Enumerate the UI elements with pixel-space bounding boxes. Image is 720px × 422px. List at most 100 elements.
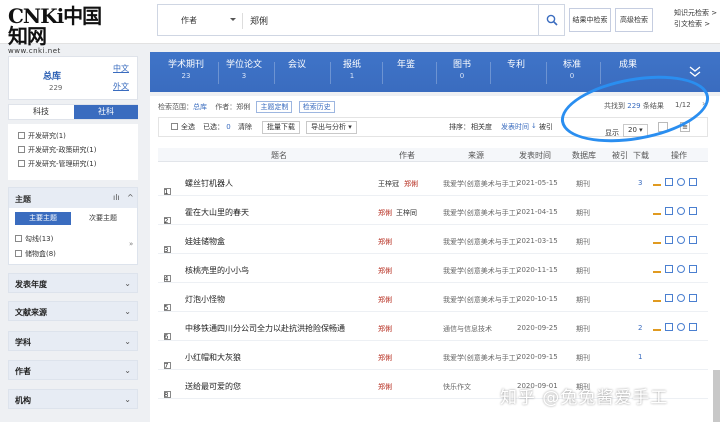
advanced-search-button[interactable]: 高级检索 [615, 8, 653, 32]
clear-link[interactable]: 清除 [238, 122, 252, 132]
cite-icon[interactable] [689, 236, 697, 244]
batch-download-button[interactable]: 批量下载 [262, 121, 300, 134]
table-row[interactable]: 2 霍在大山里的春天 郑俐 王梓同 我爱学(创意美术与手工) 2021-04-1… [158, 199, 708, 225]
checkbox[interactable] [15, 250, 22, 257]
row-source[interactable]: 快乐作文 [443, 382, 471, 392]
facet-institution[interactable]: 机构 ⌄ [8, 389, 138, 409]
download-icon[interactable] [653, 178, 661, 186]
table-row[interactable]: 1 螺丝钉机器人 王梓冠 郑俐 我爱学(创意美术与手工) 2021-05-15 … [158, 170, 708, 196]
row-downloads[interactable]: 1 [638, 353, 642, 361]
facet-source[interactable]: 文献来源 ⌄ [8, 301, 138, 321]
export-analysis-button[interactable]: 导出与分析 ▾ [306, 121, 357, 134]
row-title[interactable]: 螺丝钉机器人 [185, 178, 233, 189]
table-row[interactable]: 3 娃娃储物盒 郑俐 我爱学(创意美术与手工) 2021-03-15 期刊 [158, 228, 708, 254]
custom-topic-button[interactable]: 主题定制 [256, 101, 293, 113]
row-title[interactable]: 娃娃储物盒 [185, 236, 225, 247]
checkbox[interactable] [18, 132, 25, 139]
row-source[interactable]: 我爱学(创意美术与手工) [443, 295, 518, 305]
chevron-up-icon[interactable]: ^ [127, 193, 134, 202]
row-author[interactable]: 郑俐 [378, 237, 392, 247]
row-title[interactable]: 灯泡小怪物 [185, 294, 225, 305]
knowledge-search-link[interactable]: 知识元检索 > [674, 8, 717, 19]
row-author[interactable]: 郑俐 [378, 266, 392, 276]
nav-item-conference[interactable]: 会议 [282, 60, 312, 71]
nav-item-achievement[interactable]: 成果 [614, 60, 642, 71]
row-author[interactable]: 郑俐 [378, 208, 392, 218]
favorite-icon[interactable] [677, 207, 685, 215]
download-icon[interactable] [653, 207, 661, 215]
row-source[interactable]: 通信与信息技术 [443, 324, 492, 334]
favorite-icon[interactable] [677, 265, 685, 273]
nav-item-books[interactable]: 图书 0 [448, 60, 476, 82]
download-icon[interactable] [653, 236, 661, 244]
favorite-icon[interactable] [677, 178, 685, 186]
tab-science[interactable]: 科技 [9, 105, 73, 119]
row-downloads[interactable]: 3 [638, 179, 642, 187]
cite-icon[interactable] [689, 178, 697, 186]
tab-social-science[interactable]: 社科 [74, 105, 138, 119]
row-source[interactable]: 我爱学(创意美术与手工) [443, 266, 518, 276]
read-icon[interactable] [665, 323, 673, 331]
row-author[interactable]: 郑俐 [378, 382, 392, 392]
cite-icon[interactable] [689, 294, 697, 302]
facet-year[interactable]: 发表年度 ⌄ [8, 273, 138, 293]
cite-icon[interactable] [689, 265, 697, 273]
search-history-button[interactable]: 检索历史 [298, 101, 335, 113]
citation-search-link[interactable]: 引文检索 > [674, 19, 717, 30]
search-button[interactable] [538, 5, 564, 35]
search-field-select[interactable]: 作者 [181, 15, 197, 26]
row-title[interactable]: 核桃壳里的小小鸟 [185, 265, 249, 276]
table-row[interactable]: 6 中移铁通四川分公司全力以赴抗洪抢险保畅通 郑俐 通信与信息技术 2020-0… [158, 315, 708, 341]
cite-icon[interactable] [689, 207, 697, 215]
download-icon[interactable] [653, 323, 661, 331]
select-all-checkbox[interactable]: 全选 [171, 122, 195, 132]
row-author[interactable]: 郑俐 [404, 179, 418, 189]
category-item[interactable]: 开发研究-政策研究(1) [18, 145, 96, 155]
nav-item-yearbook[interactable]: 年鉴 [392, 60, 420, 71]
search-input[interactable]: 郑俐 [250, 14, 268, 27]
favorite-icon[interactable] [677, 323, 685, 331]
row-source[interactable]: 我爱学(创意美术与手工) [443, 208, 518, 218]
row-source[interactable]: 我爱学(创意美术与手工) [443, 179, 518, 189]
row-source[interactable]: 我爱学(创意美术与手工) [443, 353, 518, 363]
table-row[interactable]: 4 核桃壳里的小小鸟 郑俐 我爱学(创意美术与手工) 2020-11-15 期刊 [158, 257, 708, 283]
favorite-icon[interactable] [677, 236, 685, 244]
cnki-logo[interactable]: CNKi中国知网 www.cnki.net [8, 6, 118, 55]
scrollbar[interactable] [713, 370, 720, 422]
row-title[interactable]: 送给最可爱的您 [185, 381, 241, 392]
chevron-right-icon[interactable]: » [129, 240, 133, 248]
row-author[interactable]: 王梓冠 [378, 179, 399, 189]
row-downloads[interactable]: 2 [638, 324, 642, 332]
library-title[interactable]: 总库 [43, 69, 61, 82]
row-author[interactable]: 郑俐 [378, 324, 392, 334]
chart-icon[interactable]: ılı [113, 193, 120, 202]
read-icon[interactable] [665, 294, 673, 302]
search-in-results-button[interactable]: 结果中检索 [569, 8, 611, 32]
download-icon[interactable] [653, 265, 661, 273]
checkbox[interactable] [18, 160, 25, 167]
sort-relevance[interactable]: 相关度 [471, 122, 492, 132]
foreign-link[interactable]: 外文 [113, 81, 129, 92]
facet-author[interactable]: 作者 ⌄ [8, 360, 138, 380]
tab-main-topic[interactable]: 主要主题 [15, 212, 71, 225]
row-title[interactable]: 霍在大山里的春天 [185, 207, 249, 218]
checkbox[interactable] [15, 235, 22, 242]
category-item[interactable]: 开发研究(1) [18, 131, 66, 141]
row-author[interactable]: 王梓同 [396, 208, 417, 218]
read-icon[interactable] [665, 265, 673, 273]
read-icon[interactable] [665, 207, 673, 215]
sort-cited[interactable]: 被引 [539, 122, 553, 132]
cite-icon[interactable] [689, 323, 697, 331]
nav-item-journals[interactable]: 学术期刊 23 [164, 60, 208, 82]
row-author[interactable]: 郑俐 [378, 353, 392, 363]
checkbox[interactable] [18, 146, 25, 153]
nav-item-patent[interactable]: 专利 [502, 60, 530, 71]
expand-nav-icon[interactable] [688, 64, 702, 78]
category-item[interactable]: 开发研究-管理研究(1) [18, 159, 96, 169]
chinese-link[interactable]: 中文 [113, 63, 129, 74]
topic-item[interactable]: 储物盒(8) [15, 249, 56, 259]
row-title[interactable]: 中移铁通四川分公司全力以赴抗洪抢险保畅通 [185, 323, 345, 334]
read-icon[interactable] [665, 178, 673, 186]
sort-pubtime[interactable]: 发表时间 [501, 122, 529, 132]
row-source[interactable]: 我爱学(创意美术与手工) [443, 237, 518, 247]
